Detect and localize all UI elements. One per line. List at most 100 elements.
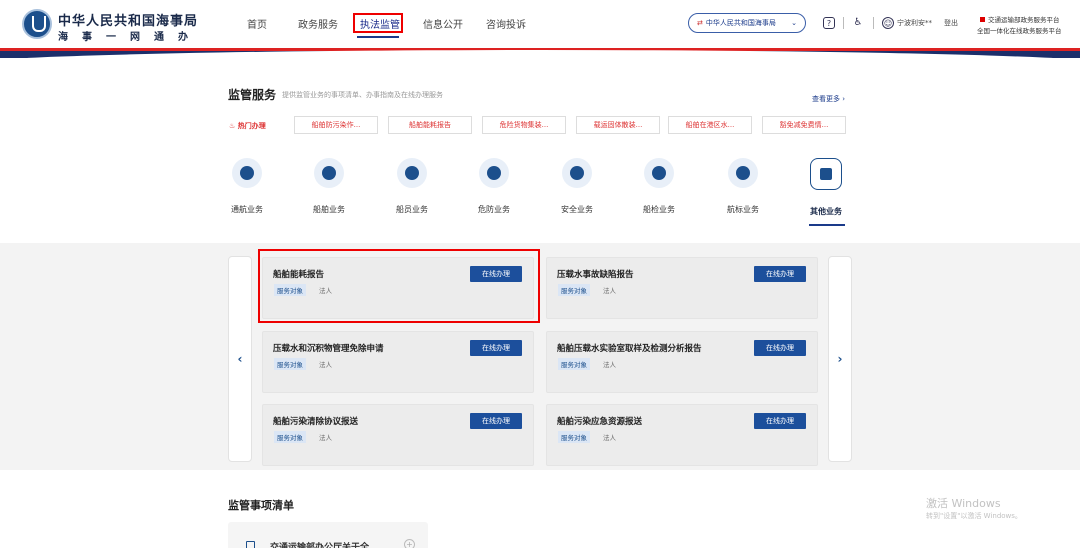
category-label: 船检业务 — [643, 205, 675, 214]
inspection-icon — [644, 158, 674, 188]
category-crew[interactable]: 船员业务 — [382, 158, 442, 215]
hot-label: ♨ 热门办理 — [229, 121, 266, 131]
stripe-wave — [0, 50, 1080, 58]
online-handle-button[interactable]: 在线办理 — [754, 413, 806, 429]
card-highlight-box — [258, 249, 540, 323]
maritime-bureau-switch[interactable]: ⇄ 中华人民共和国海事局 ⌄ — [688, 13, 806, 33]
user-name[interactable]: 宁波利安** — [897, 18, 932, 28]
list-item-title[interactable]: 交通运输部办公厅关于全 — [270, 540, 369, 548]
shield-icon — [562, 158, 592, 188]
grid-icon — [810, 158, 842, 190]
card-tag: 服务对象 — [274, 431, 306, 443]
category-ship[interactable]: 船舶业务 — [299, 158, 359, 215]
category-label: 其他业务 — [810, 207, 842, 216]
brand-subtitle: 海事一网通办 — [58, 32, 202, 43]
card-title: 压载水事故缺陷报告 — [557, 270, 634, 280]
category-label: 安全业务 — [561, 205, 593, 214]
service-card[interactable]: 船舶压载水实验室取样及检测分析报告 服务对象 法人 在线办理 — [546, 331, 818, 393]
card-object: 法人 — [603, 434, 616, 442]
section-title: 监管服务 — [228, 88, 277, 102]
view-more-label: 查看更多 — [812, 95, 840, 103]
card-object: 法人 — [319, 434, 332, 442]
platform-link-national[interactable]: 全国一体化在线政务服务平台 — [977, 25, 1062, 35]
service-card[interactable]: 船舶污染应急资源报送 服务对象 法人 在线办理 — [546, 404, 818, 466]
header-stripe — [0, 48, 1080, 58]
online-handle-button[interactable]: 在线办理 — [754, 340, 806, 356]
ship-icon — [314, 158, 344, 188]
msa-logo-icon[interactable] — [22, 9, 52, 39]
supervision-list-title: 监管事项清单 — [228, 499, 294, 512]
category-label: 船舶业务 — [313, 205, 345, 214]
lighthouse-icon — [728, 158, 758, 188]
category-label: 船员业务 — [396, 205, 428, 214]
card-tag: 服务对象 — [558, 431, 590, 443]
nav-active-underline — [357, 36, 399, 38]
user-icon[interactable]: ☺ — [882, 17, 894, 29]
service-card[interactable]: 船舶污染清除协议报送 服务对象 法人 在线办理 — [262, 404, 534, 466]
hot-item[interactable]: 船舶在港区水... — [668, 116, 752, 134]
category-label: 航标业务 — [727, 205, 759, 214]
maritime-bureau-label: 中华人民共和国海事局 — [705, 19, 776, 27]
windows-watermark-title: 激活 Windows — [926, 497, 1001, 510]
next-page-button[interactable]: › — [828, 256, 852, 462]
nav-home[interactable]: 首页 — [247, 16, 267, 31]
online-handle-button[interactable]: 在线办理 — [470, 340, 522, 356]
windows-watermark-text: 转到"设置"以激活 Windows。 — [926, 512, 1022, 520]
online-handle-button[interactable]: 在线办理 — [754, 266, 806, 282]
category-other[interactable]: 其他业务 — [796, 158, 856, 217]
category-active-underline — [809, 224, 845, 226]
hot-label-text: 热门办理 — [237, 122, 266, 130]
divider — [873, 17, 874, 29]
card-object: 法人 — [603, 361, 616, 369]
help-icon[interactable]: ? — [823, 17, 835, 29]
prev-page-button[interactable]: ‹ — [228, 256, 252, 462]
category-hazard-prevention[interactable]: 危防业务 — [464, 158, 524, 215]
service-card-band — [0, 243, 1080, 470]
card-object: 法人 — [319, 361, 332, 369]
card-tag: 服务对象 — [558, 284, 590, 296]
red-square-icon — [980, 17, 985, 22]
category-navigation[interactable]: 通航业务 — [217, 158, 277, 215]
card-title: 船舶压载水实验室取样及检测分析报告 — [557, 344, 702, 354]
hot-item[interactable]: 船舶防污染作... — [294, 116, 378, 134]
hot-item[interactable]: 豁免减免费情... — [762, 116, 846, 134]
card-tag: 服务对象 — [274, 358, 306, 370]
document-icon — [246, 541, 255, 548]
online-handle-button[interactable]: 在线办理 — [470, 413, 522, 429]
brand-title[interactable]: 中华人民共和国海事局 — [58, 10, 198, 29]
header: 中华人民共和国海事局 海事一网通办 首页 政务服务 执法监管 信息公开 咨询投诉… — [0, 0, 1080, 48]
category-label: 通航业务 — [231, 205, 263, 214]
card-title: 船舶污染清除协议报送 — [273, 417, 359, 427]
crew-icon — [397, 158, 427, 188]
hot-item[interactable]: 船舶能耗报告 — [388, 116, 472, 134]
card-title: 船舶污染应急资源报送 — [557, 417, 643, 427]
anchor-icon — [232, 158, 262, 188]
switch-arrows-icon: ⇄ — [697, 19, 703, 27]
card-object: 法人 — [603, 287, 616, 295]
chevron-down-icon: ⌄ — [791, 19, 797, 27]
category-navigation-aids[interactable]: 航标业务 — [713, 158, 773, 215]
service-card[interactable]: 压载水事故缺陷报告 服务对象 法人 在线办理 — [546, 257, 818, 319]
divider — [843, 17, 844, 29]
nav-consult-complaint[interactable]: 咨询投诉 — [486, 16, 526, 31]
platform-line1: 交通运输部政务服务平台 — [988, 16, 1060, 24]
platform-link-transport[interactable]: 交通运输部政务服务平台 — [980, 14, 1060, 24]
logout-link[interactable]: 登出 — [944, 18, 958, 28]
hot-item[interactable]: 载运固体散装... — [576, 116, 660, 134]
view-more-link[interactable]: 查看更多 › — [812, 94, 845, 104]
nav-info-disclosure[interactable]: 信息公开 — [423, 16, 463, 31]
section-description: 提供监管业务的事项清单、办事指南及在线办理服务 — [282, 91, 443, 99]
fire-icon: ♨ — [229, 122, 236, 130]
category-safety[interactable]: 安全业务 — [547, 158, 607, 215]
category-ship-inspection[interactable]: 船检业务 — [629, 158, 689, 215]
hot-item[interactable]: 危险货物集装... — [482, 116, 566, 134]
accessibility-icon[interactable]: ♿ — [852, 17, 864, 29]
nav-government-services[interactable]: 政务服务 — [298, 16, 338, 31]
plus-icon[interactable]: + — [404, 539, 415, 548]
service-card[interactable]: 压载水和沉积物管理免除申请 服务对象 法人 在线办理 — [262, 331, 534, 393]
nav-highlight-box — [353, 13, 403, 33]
hazard-icon — [479, 158, 509, 188]
card-title: 压载水和沉积物管理免除申请 — [273, 344, 384, 354]
card-tag: 服务对象 — [558, 358, 590, 370]
category-label: 危防业务 — [478, 205, 510, 214]
